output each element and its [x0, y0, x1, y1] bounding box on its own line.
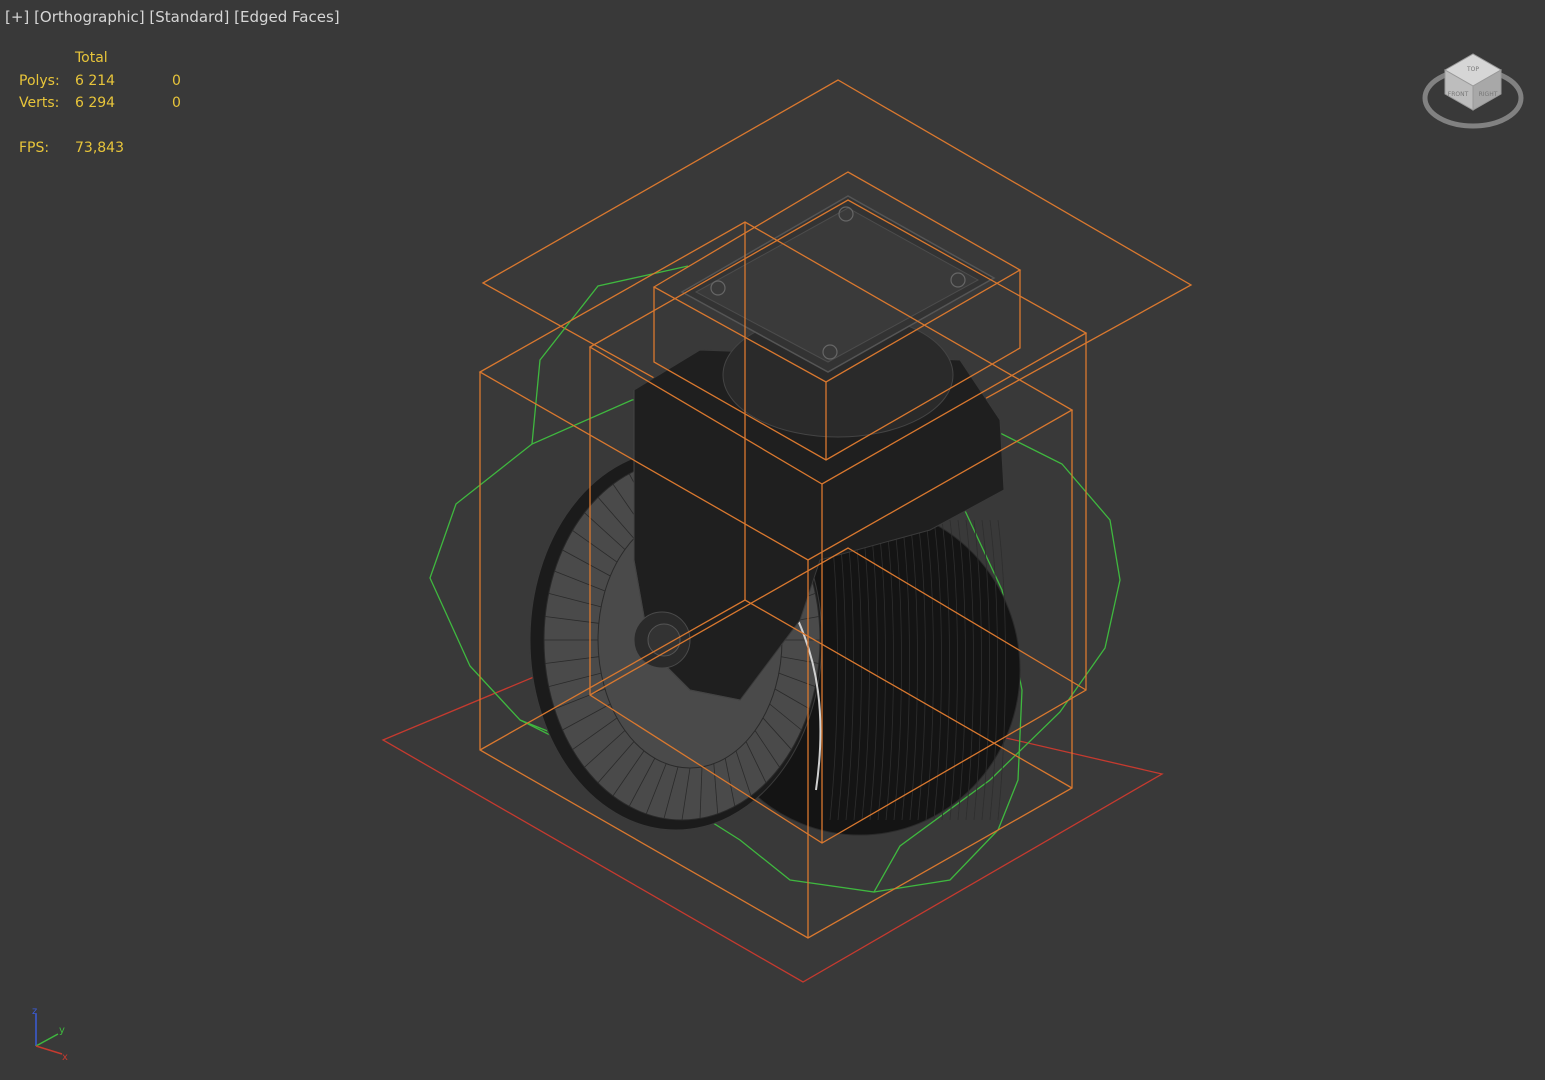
- axis-tripod-icon: z y x: [32, 1006, 68, 1063]
- axis-z-label: z: [32, 1006, 37, 1017]
- viewcube-icon[interactable]: TOP FRONT RIGHT: [1420, 40, 1526, 132]
- caster-wheel-model[interactable]: [529, 195, 1021, 836]
- viewcube-top-face[interactable]: TOP: [1466, 66, 1479, 73]
- viewport-scene[interactable]: [0, 0, 1545, 1080]
- viewcube-front-face[interactable]: FRONT: [1448, 91, 1469, 98]
- axis-x-label: x: [62, 1052, 68, 1063]
- viewcube-right-face[interactable]: RIGHT: [1479, 91, 1498, 98]
- axis-y-label: y: [59, 1025, 65, 1036]
